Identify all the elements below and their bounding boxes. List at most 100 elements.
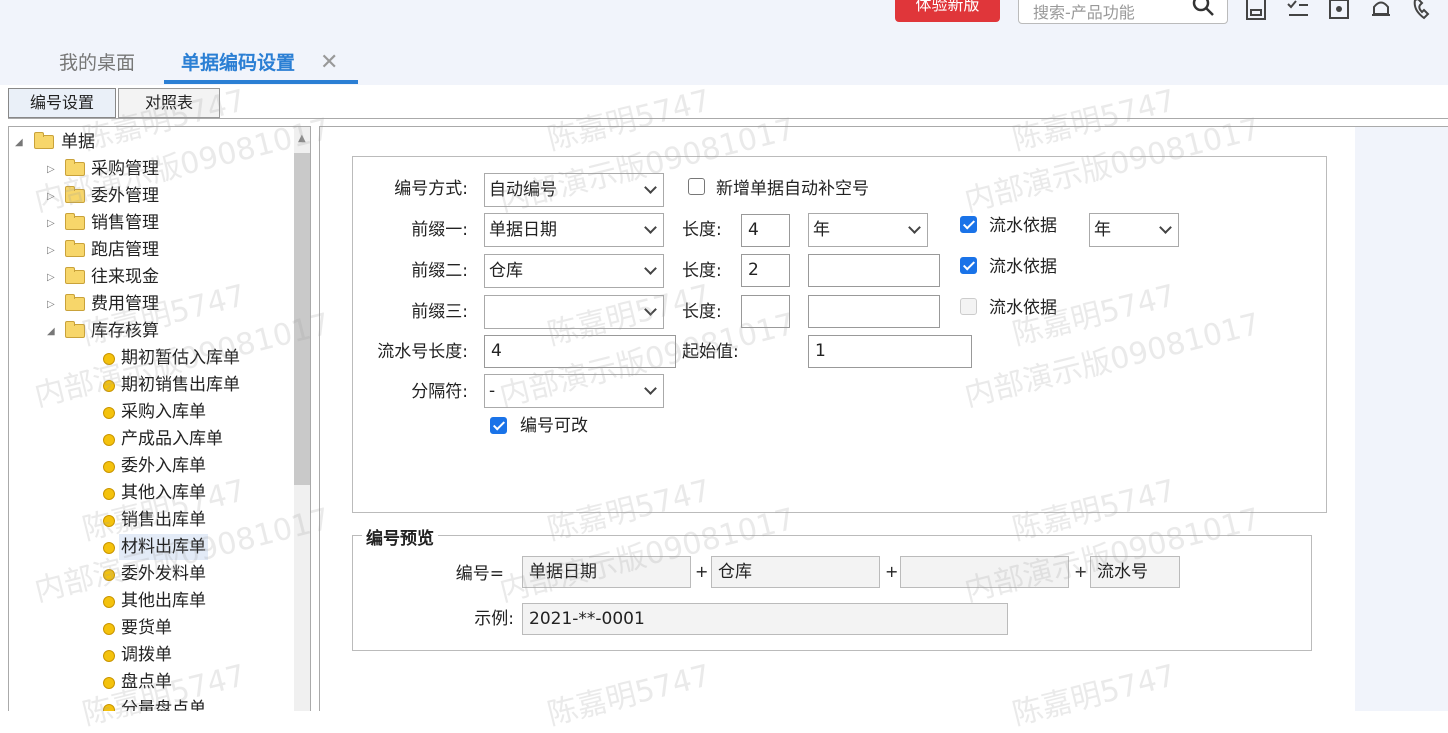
prefix2-label: 前缀二: <box>411 261 468 281</box>
separator-label: 分隔符: <box>411 382 468 402</box>
prefix2-serial-checkbox[interactable] <box>960 257 977 274</box>
collapsed-arrow-icon[interactable]: ▷ <box>47 184 55 210</box>
prefix1-value: 单据日期 <box>489 220 557 240</box>
preview-part-4: 流水号 <box>1090 556 1180 588</box>
start-value-input[interactable]: 1 <box>808 335 972 368</box>
tab-my-desktop[interactable]: 我的桌面 <box>59 48 135 80</box>
numbering-method-value: 自动编号 <box>489 180 557 200</box>
document-icon <box>103 596 115 608</box>
tree-scrollbar[interactable]: ▲ <box>294 127 310 711</box>
tree-leaf-label: 委外发料单 <box>121 564 206 584</box>
tree-leaf-label: 期初销售出库单 <box>121 375 240 395</box>
scroll-up-arrow-icon[interactable]: ▲ <box>298 133 306 144</box>
prefix3-select[interactable] <box>484 295 664 329</box>
preview-part-2: 仓库 <box>711 556 880 588</box>
prefix3-extra-input[interactable] <box>808 295 940 328</box>
expanded-arrow-icon[interactable]: ◢ <box>15 130 23 156</box>
tree-leaf-label: 期初暂估入库单 <box>121 348 240 368</box>
folder-icon <box>65 267 85 284</box>
separator-select[interactable]: - <box>484 374 664 408</box>
folder-icon <box>65 213 85 230</box>
checklist-icon[interactable] <box>1285 0 1311 22</box>
separator-value: - <box>489 381 496 401</box>
tree-leaf-label: 销售出库单 <box>121 510 206 530</box>
prefix1-serial-checkbox[interactable] <box>960 216 977 233</box>
divider <box>8 118 1448 119</box>
expanded-arrow-icon[interactable]: ◢ <box>47 319 55 345</box>
editable-label: 编号可改 <box>520 416 588 436</box>
document-icon <box>103 461 115 473</box>
chevron-down-icon <box>644 262 657 275</box>
tree-leaf-label: 调拨单 <box>121 645 172 665</box>
tree-leaf-label: 要货单 <box>121 618 172 638</box>
tree-root-label: 单据 <box>61 132 95 152</box>
tree-leaf-label: 产成品入库单 <box>121 429 223 449</box>
editable-checkbox[interactable] <box>490 417 507 434</box>
folder-icon <box>65 240 85 257</box>
subtab-mapping-table[interactable]: 对照表 <box>118 88 220 118</box>
chevron-down-icon <box>1159 221 1172 234</box>
right-margin <box>1355 127 1448 711</box>
preview-number-label: 编号= <box>455 564 504 584</box>
document-icon <box>103 353 115 365</box>
prefix1-serial-select[interactable]: 年 <box>1089 213 1179 247</box>
example-value: 2021-**-0001 <box>522 603 1008 635</box>
tree-folder-label: 往来现金 <box>91 267 159 287</box>
folder-icon <box>65 159 85 176</box>
plus-sign: + <box>885 562 899 581</box>
tree-leaf-label: 材料出库单 <box>119 534 208 560</box>
prefix2-extra-input[interactable] <box>808 254 940 287</box>
prefix1-length-input[interactable]: 4 <box>741 214 790 247</box>
preview-legend: 编号预览 <box>362 524 438 549</box>
preview-part-3 <box>900 556 1069 588</box>
plus-sign: + <box>695 562 709 581</box>
chevron-down-icon <box>644 382 657 395</box>
document-icon <box>103 623 115 635</box>
collapsed-arrow-icon[interactable]: ▷ <box>47 265 55 291</box>
prefix2-serial-label: 流水依据 <box>989 257 1057 277</box>
tab-document-code-settings[interactable]: 单据编码设置 <box>181 48 295 80</box>
prefix3-length-label: 长度: <box>682 302 722 322</box>
prefix2-select[interactable]: 仓库 <box>484 254 664 288</box>
save-icon[interactable] <box>1243 0 1269 22</box>
top-bar <box>0 0 1448 40</box>
document-icon <box>103 650 115 662</box>
folder-icon <box>65 186 85 203</box>
notification-bell-icon[interactable] <box>1368 0 1394 22</box>
numbering-method-label: 编号方式: <box>394 179 468 199</box>
document-icon <box>103 434 115 446</box>
prefix1-unit-select[interactable]: 年 <box>808 213 928 247</box>
tree-folder-label: 跑店管理 <box>91 240 159 260</box>
tree-leaf-label: 盘点单 <box>121 672 172 692</box>
document-icon <box>103 704 115 711</box>
scrollbar-thumb[interactable] <box>294 153 310 485</box>
document-icon <box>103 515 115 527</box>
tree-leaf-label: 其他入库单 <box>121 483 206 503</box>
collapsed-arrow-icon[interactable]: ▷ <box>47 238 55 264</box>
prefix1-unit-value: 年 <box>813 220 830 240</box>
close-tab-icon[interactable]: ✕ <box>320 50 338 75</box>
prefix1-select[interactable]: 单据日期 <box>484 213 664 247</box>
chevron-down-icon <box>644 181 657 194</box>
example-label: 示例: <box>474 609 514 629</box>
tree-leaf-label: 委外入库单 <box>121 456 206 476</box>
autofill-checkbox[interactable] <box>688 178 705 195</box>
search-icon[interactable] <box>1190 0 1216 18</box>
settings-icon[interactable] <box>1326 0 1352 22</box>
document-icon <box>103 542 115 554</box>
collapsed-arrow-icon[interactable]: ▷ <box>47 211 55 237</box>
prefix2-length-input[interactable]: 2 <box>741 254 790 287</box>
prefix2-length-label: 长度: <box>682 261 722 281</box>
collapsed-arrow-icon[interactable]: ▷ <box>47 157 55 183</box>
collapsed-arrow-icon[interactable]: ▷ <box>47 292 55 318</box>
prefix3-length-input[interactable] <box>741 295 790 328</box>
document-tree: ◢ 单据 ▷ 采购管理 ▷ 委外管理 ▷ 销售管理 ▷ 跑店管理 ▷ 往来现金 … <box>8 126 311 711</box>
phone-icon[interactable] <box>1410 0 1436 22</box>
preview-part-1: 单据日期 <box>522 556 691 588</box>
try-new-version-button[interactable]: 体验新版 <box>895 0 1000 22</box>
document-icon <box>103 488 115 500</box>
numbering-method-select[interactable]: 自动编号 <box>484 173 664 207</box>
serial-length-input[interactable]: 4 <box>484 335 676 368</box>
subtab-code-settings[interactable]: 编号设置 <box>8 88 116 118</box>
prefix3-serial-checkbox[interactable] <box>960 298 977 315</box>
